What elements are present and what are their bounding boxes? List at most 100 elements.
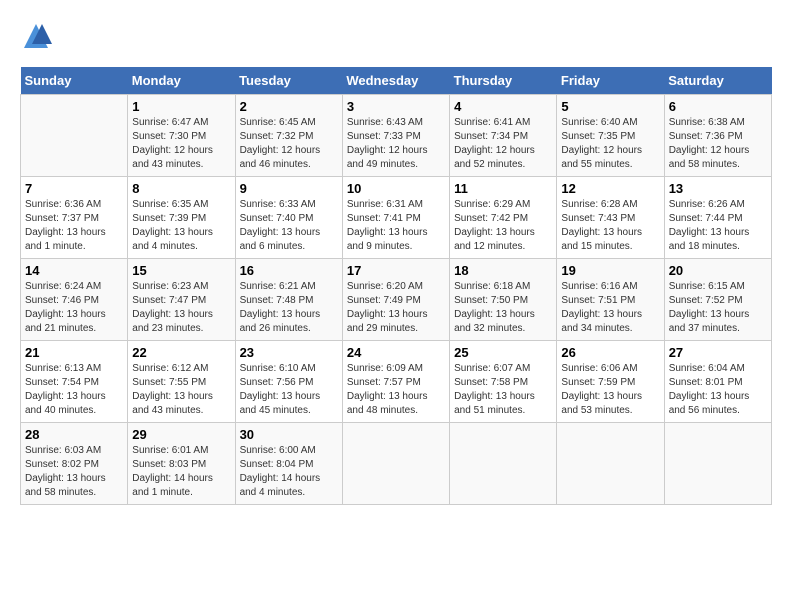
- calendar-cell: 8Sunrise: 6:35 AM Sunset: 7:39 PM Daylig…: [128, 177, 235, 259]
- day-number: 26: [561, 345, 659, 360]
- day-info: Sunrise: 6:16 AM Sunset: 7:51 PM Dayligh…: [561, 280, 659, 336]
- calendar-cell: 3Sunrise: 6:43 AM Sunset: 7:33 PM Daylig…: [342, 95, 449, 177]
- day-number: 25: [454, 345, 552, 360]
- day-number: 24: [347, 345, 445, 360]
- day-header-sunday: Sunday: [21, 67, 128, 95]
- calendar-cell: 11 Sunrise: 6:29 AM Sunset: 7:42 PM Dayli…: [450, 177, 557, 259]
- calendar-cell: [450, 423, 557, 505]
- calendar-cell: 17 Sunrise: 6:20 AM Sunset: 7:49 PM Dayli…: [342, 259, 449, 341]
- day-info: Sunrise: 6:24 AM Sunset: 7:46 PM Dayligh…: [25, 280, 123, 336]
- day-header-thursday: Thursday: [450, 67, 557, 95]
- calendar-cell: 27 Sunrise: 6:04 AM Sunset: 8:01 PM Dayli…: [664, 341, 771, 423]
- day-info: Sunrise: 6:01 AM Sunset: 8:03 PM Dayligh…: [132, 444, 230, 500]
- day-number: 7: [25, 181, 123, 196]
- calendar-cell: 26 Sunrise: 6:06 AM Sunset: 7:59 PM Dayli…: [557, 341, 664, 423]
- week-row-5: 28Sunrise: 6:03 AM Sunset: 8:02 PM Dayli…: [21, 423, 772, 505]
- calendar-cell: 28Sunrise: 6:03 AM Sunset: 8:02 PM Dayli…: [21, 423, 128, 505]
- day-info: Sunrise: 6:15 AM Sunset: 7:52 PM Dayligh…: [669, 280, 767, 336]
- day-info: Sunrise: 6:18 AM Sunset: 7:50 PM Dayligh…: [454, 280, 552, 336]
- day-number: 17: [347, 263, 445, 278]
- calendar-cell: 22 Sunrise: 6:12 AM Sunset: 7:55 PM Dayli…: [128, 341, 235, 423]
- day-number: 29: [132, 427, 230, 442]
- calendar-cell: 19 Sunrise: 6:16 AM Sunset: 7:51 PM Dayli…: [557, 259, 664, 341]
- day-number: 2: [240, 99, 338, 114]
- day-info: Sunrise: 6:45 AM Sunset: 7:32 PM Dayligh…: [240, 116, 338, 172]
- calendar-cell: 14Sunrise: 6:24 AM Sunset: 7:46 PM Dayli…: [21, 259, 128, 341]
- calendar-cell: 9 Sunrise: 6:33 AM Sunset: 7:40 PM Daylig…: [235, 177, 342, 259]
- day-number: 22: [132, 345, 230, 360]
- calendar-cell: 23 Sunrise: 6:10 AM Sunset: 7:56 PM Dayli…: [235, 341, 342, 423]
- day-info: Sunrise: 6:23 AM Sunset: 7:47 PM Dayligh…: [132, 280, 230, 336]
- day-number: 19: [561, 263, 659, 278]
- day-number: 27: [669, 345, 767, 360]
- calendar-cell: 10 Sunrise: 6:31 AM Sunset: 7:41 PM Dayli…: [342, 177, 449, 259]
- calendar-cell: [342, 423, 449, 505]
- week-row-2: 7Sunrise: 6:36 AM Sunset: 7:37 PM Daylig…: [21, 177, 772, 259]
- day-number: 1: [132, 99, 230, 114]
- week-row-4: 21Sunrise: 6:13 AM Sunset: 7:54 PM Dayli…: [21, 341, 772, 423]
- day-info: Sunrise: 6:12 AM Sunset: 7:55 PM Dayligh…: [132, 362, 230, 418]
- day-info: Sunrise: 6:00 AM Sunset: 8:04 PM Dayligh…: [240, 444, 338, 500]
- day-number: 18: [454, 263, 552, 278]
- day-number: 28: [25, 427, 123, 442]
- calendar-cell: 12 Sunrise: 6:28 AM Sunset: 7:43 PM Dayli…: [557, 177, 664, 259]
- day-number: 6: [669, 99, 767, 114]
- week-row-1: 1 Sunrise: 6:47 AM Sunset: 7:30 PM Daylig…: [21, 95, 772, 177]
- day-number: 13: [669, 181, 767, 196]
- day-info: Sunrise: 6:29 AM Sunset: 7:42 PM Dayligh…: [454, 198, 552, 254]
- day-info: Sunrise: 6:04 AM Sunset: 8:01 PM Dayligh…: [669, 362, 767, 418]
- day-number: 3: [347, 99, 445, 114]
- header-row: SundayMondayTuesdayWednesdayThursdayFrid…: [21, 67, 772, 95]
- calendar-cell: 13 Sunrise: 6:26 AM Sunset: 7:44 PM Dayli…: [664, 177, 771, 259]
- day-info: Sunrise: 6:40 AM Sunset: 7:35 PM Dayligh…: [561, 116, 659, 172]
- day-info: Sunrise: 6:21 AM Sunset: 7:48 PM Dayligh…: [240, 280, 338, 336]
- calendar-cell: 20 Sunrise: 6:15 AM Sunset: 7:52 PM Dayli…: [664, 259, 771, 341]
- calendar-cell: 4 Sunrise: 6:41 AM Sunset: 7:34 PM Daylig…: [450, 95, 557, 177]
- calendar-cell: 18 Sunrise: 6:18 AM Sunset: 7:50 PM Dayli…: [450, 259, 557, 341]
- calendar-cell: [557, 423, 664, 505]
- day-number: 15: [132, 263, 230, 278]
- day-number: 11: [454, 181, 552, 196]
- day-number: 30: [240, 427, 338, 442]
- day-info: Sunrise: 6:13 AM Sunset: 7:54 PM Dayligh…: [25, 362, 123, 418]
- day-info: Sunrise: 6:33 AM Sunset: 7:40 PM Dayligh…: [240, 198, 338, 254]
- day-number: 9: [240, 181, 338, 196]
- day-number: 23: [240, 345, 338, 360]
- day-number: 12: [561, 181, 659, 196]
- calendar-cell: 25 Sunrise: 6:07 AM Sunset: 7:58 PM Dayli…: [450, 341, 557, 423]
- day-header-monday: Monday: [128, 67, 235, 95]
- day-number: 20: [669, 263, 767, 278]
- calendar-cell: 30 Sunrise: 6:00 AM Sunset: 8:04 PM Dayli…: [235, 423, 342, 505]
- day-info: Sunrise: 6:10 AM Sunset: 7:56 PM Dayligh…: [240, 362, 338, 418]
- calendar-cell: [21, 95, 128, 177]
- calendar-cell: 7Sunrise: 6:36 AM Sunset: 7:37 PM Daylig…: [21, 177, 128, 259]
- calendar-cell: 1 Sunrise: 6:47 AM Sunset: 7:30 PM Daylig…: [128, 95, 235, 177]
- day-info: Sunrise: 6:26 AM Sunset: 7:44 PM Dayligh…: [669, 198, 767, 254]
- day-info: Sunrise: 6:41 AM Sunset: 7:34 PM Dayligh…: [454, 116, 552, 172]
- header: [20, 20, 772, 57]
- day-info: Sunrise: 6:35 AM Sunset: 7:39 PM Dayligh…: [132, 198, 230, 254]
- calendar-cell: 6 Sunrise: 6:38 AM Sunset: 7:36 PM Daylig…: [664, 95, 771, 177]
- day-number: 10: [347, 181, 445, 196]
- day-info: Sunrise: 6:20 AM Sunset: 7:49 PM Dayligh…: [347, 280, 445, 336]
- calendar-cell: [664, 423, 771, 505]
- day-header-wednesday: Wednesday: [342, 67, 449, 95]
- day-header-tuesday: Tuesday: [235, 67, 342, 95]
- calendar-cell: 21Sunrise: 6:13 AM Sunset: 7:54 PM Dayli…: [21, 341, 128, 423]
- day-info: Sunrise: 6:06 AM Sunset: 7:59 PM Dayligh…: [561, 362, 659, 418]
- day-number: 5: [561, 99, 659, 114]
- week-row-3: 14Sunrise: 6:24 AM Sunset: 7:46 PM Dayli…: [21, 259, 772, 341]
- day-info: Sunrise: 6:38 AM Sunset: 7:36 PM Dayligh…: [669, 116, 767, 172]
- day-info: Sunrise: 6:28 AM Sunset: 7:43 PM Dayligh…: [561, 198, 659, 254]
- day-number: 4: [454, 99, 552, 114]
- logo-icon: [20, 20, 52, 57]
- day-number: 16: [240, 263, 338, 278]
- calendar-cell: 29 Sunrise: 6:01 AM Sunset: 8:03 PM Dayli…: [128, 423, 235, 505]
- day-info: Sunrise: 6:47 AM Sunset: 7:30 PM Dayligh…: [132, 116, 230, 172]
- day-info: Sunrise: 6:31 AM Sunset: 7:41 PM Dayligh…: [347, 198, 445, 254]
- calendar-cell: 24 Sunrise: 6:09 AM Sunset: 7:57 PM Dayli…: [342, 341, 449, 423]
- calendar-cell: 16 Sunrise: 6:21 AM Sunset: 7:48 PM Dayli…: [235, 259, 342, 341]
- day-info: Sunrise: 6:09 AM Sunset: 7:57 PM Dayligh…: [347, 362, 445, 418]
- day-info: Sunrise: 6:07 AM Sunset: 7:58 PM Dayligh…: [454, 362, 552, 418]
- calendar-cell: 5 Sunrise: 6:40 AM Sunset: 7:35 PM Daylig…: [557, 95, 664, 177]
